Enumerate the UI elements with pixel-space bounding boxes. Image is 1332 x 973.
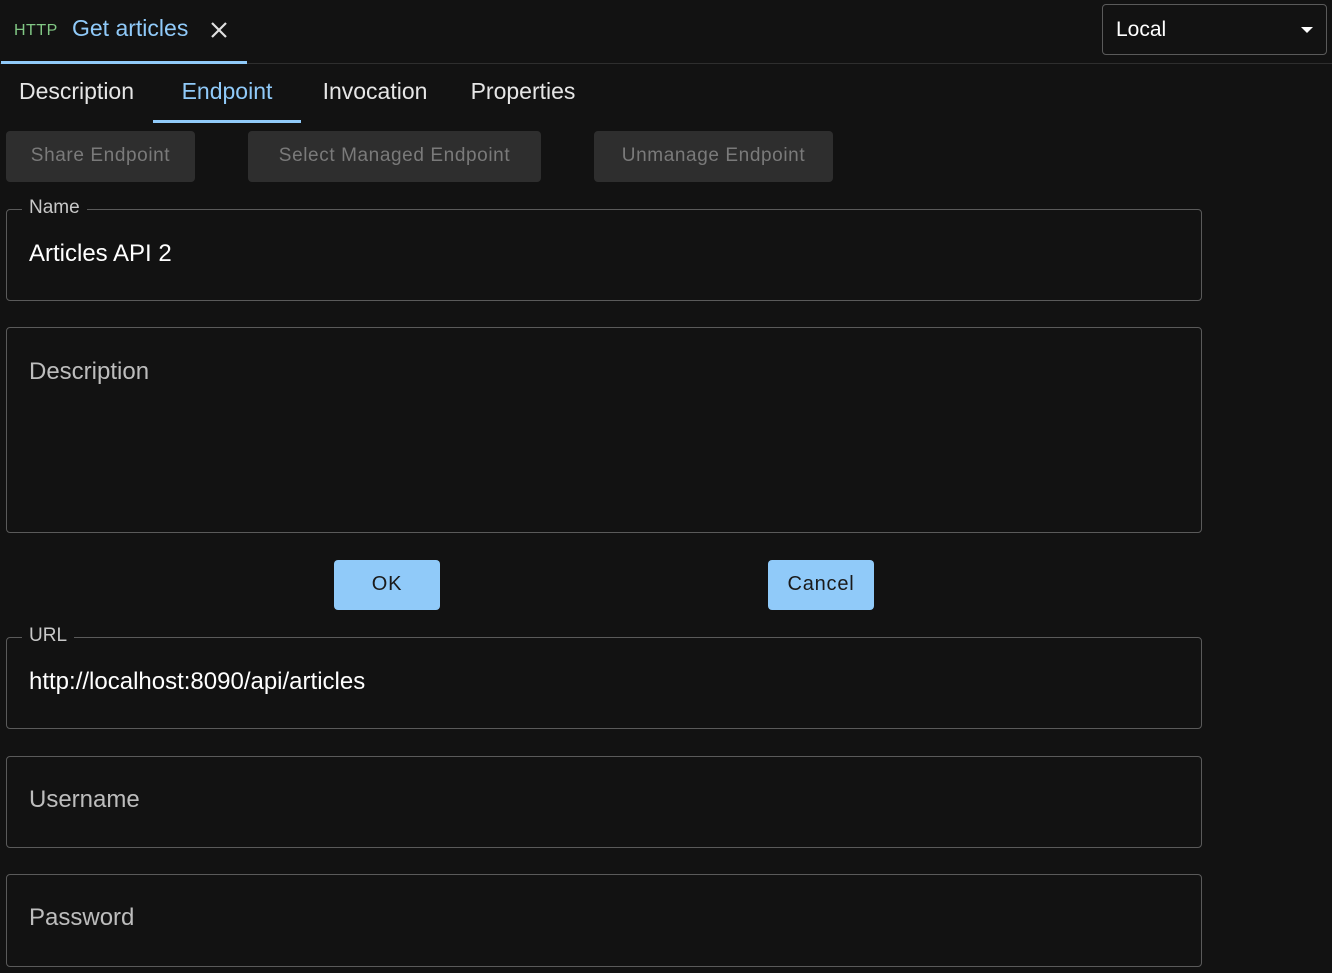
username-field[interactable]: Username [6,756,1202,848]
share-endpoint-button[interactable]: Share Endpoint [6,131,195,182]
request-tab[interactable]: HTTP Get articles [1,0,247,64]
tab-properties[interactable]: Properties [449,66,597,123]
method-badge: HTTP [14,22,58,39]
select-managed-endpoint-button[interactable]: Select Managed Endpoint [248,131,541,182]
url-field-value: http://localhost:8090/api/articles [29,668,366,695]
environment-selected-value: Local [1116,18,1167,41]
password-field-placeholder: Password [29,904,135,931]
cancel-button[interactable]: Cancel [768,560,874,610]
request-tab-title: Get articles [72,15,189,41]
caret-down-icon [1301,27,1313,33]
top-bar: HTTP Get articles Local [0,0,1332,64]
url-field-label: URL [22,625,75,647]
url-field[interactable]: URL http://localhost:8090/api/articles [6,625,1202,729]
password-field[interactable]: Password [6,874,1202,967]
ok-button[interactable]: OK [334,560,440,610]
description-field[interactable]: Description [6,327,1202,533]
tab-invocation[interactable]: Invocation [301,66,449,123]
username-field-placeholder: Username [29,786,140,813]
tab-bar: Description Endpoint Invocation Properti… [0,66,700,124]
tab-description[interactable]: Description [0,66,153,123]
environment-select[interactable]: Local [1102,4,1327,55]
tab-endpoint[interactable]: Endpoint [153,66,301,123]
close-icon[interactable] [207,18,231,42]
name-field[interactable]: Name Articles API 2 [6,197,1202,301]
name-field-value: Articles API 2 [29,240,172,267]
unmanage-endpoint-button[interactable]: Unmanage Endpoint [594,131,833,182]
name-field-label: Name [22,197,87,219]
description-field-placeholder: Description [29,358,150,385]
